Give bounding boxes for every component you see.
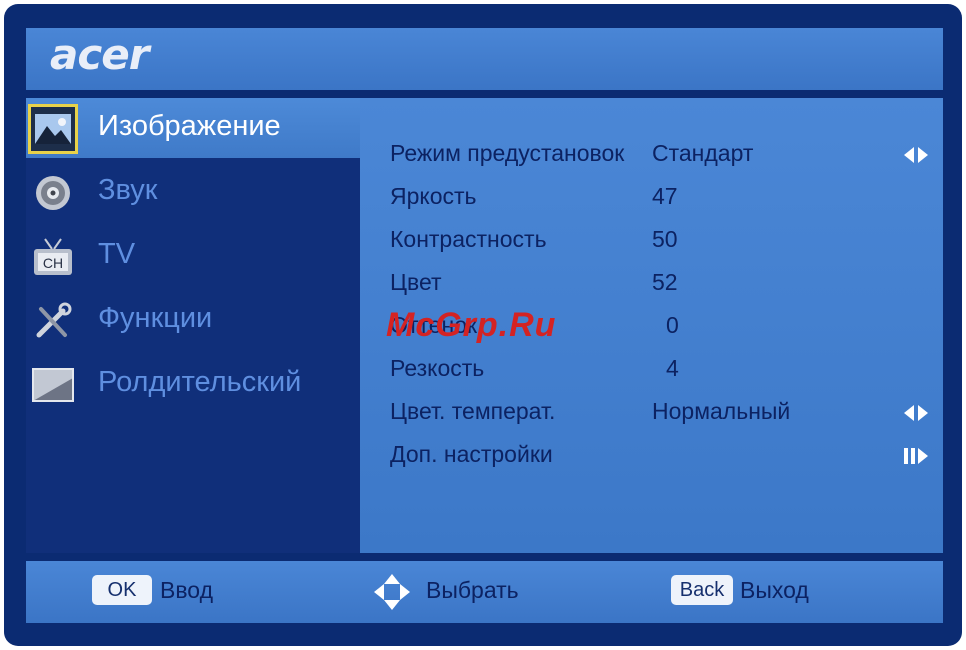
menu-label-sound: Звук	[98, 174, 158, 206]
setting-row-color-temperature[interactable]: Цвет. температ. Нормальный	[390, 398, 930, 434]
back-key-label: Выход	[740, 577, 809, 603]
enter-submenu-icon[interactable]	[902, 445, 930, 467]
setting-label: Резкость	[390, 355, 485, 381]
menu-label-parental: Ролдительский	[98, 366, 302, 398]
svg-text:CH: CH	[43, 255, 63, 271]
menu-item-parental[interactable]: Ролдительский	[26, 354, 360, 414]
setting-row-preset-mode[interactable]: Режим предустановок Стандарт	[390, 140, 930, 176]
menu-label-tv: TV	[98, 238, 136, 270]
setting-row-contrast[interactable]: Контрастность 50	[390, 226, 930, 262]
left-right-arrows-icon[interactable]	[902, 144, 930, 166]
setting-label: Цвет	[390, 269, 442, 295]
menu-label-functions: Функции	[98, 302, 213, 334]
tools-icon	[28, 296, 78, 346]
setting-value: Нормальный	[652, 398, 791, 424]
setting-value: 0	[666, 312, 679, 338]
setting-value: 50	[652, 226, 678, 252]
setting-label: Режим предустановок	[390, 140, 625, 166]
setting-label: Яркость	[390, 183, 477, 209]
setting-value: 52	[652, 269, 678, 295]
setting-label: Доп. настройки	[390, 441, 553, 467]
menu-item-sound[interactable]: Звук	[26, 162, 360, 222]
ok-key-label: Ввод	[160, 577, 214, 603]
ok-key[interactable]: OK	[92, 575, 152, 605]
back-key[interactable]: Back	[671, 575, 733, 605]
tv-channel-icon: CH	[28, 232, 78, 282]
menu-label-picture: Изображение	[98, 110, 281, 142]
osd-header: acer	[26, 28, 943, 90]
setting-row-color[interactable]: Цвет 52	[390, 269, 930, 305]
picture-icon	[28, 104, 78, 154]
setting-value: 47	[652, 183, 678, 209]
setting-label: Контрастность	[390, 226, 547, 252]
left-right-arrows-icon[interactable]	[902, 402, 930, 424]
osd-menu-sidebar: Изображение Звук CH TV Функции Ролдитель…	[26, 98, 360, 553]
setting-value: 4	[666, 355, 679, 381]
navigation-arrows-icon	[374, 574, 410, 610]
setting-row-sharpness[interactable]: Резкость 4	[390, 355, 930, 391]
acer-logo: acer	[50, 30, 149, 79]
parental-lock-icon	[28, 360, 78, 410]
setting-label: Цвет. температ.	[390, 398, 556, 424]
menu-item-tv[interactable]: CH TV	[26, 226, 360, 286]
menu-item-picture[interactable]: Изображение	[26, 98, 360, 158]
setting-row-advanced[interactable]: Доп. настройки	[390, 441, 930, 477]
setting-value: Стандарт	[652, 140, 754, 166]
watermark: McGrp.Ru	[386, 306, 557, 344]
select-label: Выбрать	[426, 577, 519, 603]
setting-row-brightness[interactable]: Яркость 47	[390, 183, 930, 219]
osd-footer: OK Ввод Выбрать Back Выход	[26, 561, 943, 623]
speaker-icon	[28, 168, 78, 218]
menu-item-functions[interactable]: Функции	[26, 290, 360, 350]
